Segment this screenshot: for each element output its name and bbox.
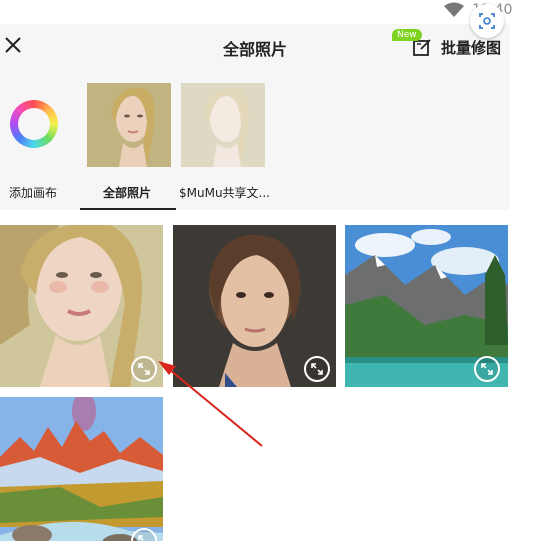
photo-picker-screen: 全部照片 批量修图 New 添加画布 全部照片 $MuMu共享文...	[0, 0, 510, 541]
new-badge: New	[392, 29, 422, 41]
photo-tile[interactable]	[0, 397, 163, 541]
photo-tile[interactable]	[0, 225, 163, 387]
album-label-all-photos: 全部照片	[103, 186, 152, 200]
header-bar: 全部照片 批量修图 New	[0, 24, 510, 72]
expand-icon[interactable]	[474, 356, 500, 382]
album-label-mumu-shared: $MuMu共享文...	[179, 186, 270, 200]
selected-tab-indicator	[80, 208, 176, 210]
expand-icon[interactable]	[304, 356, 330, 382]
album-bar: 添加画布 全部照片 $MuMu共享文...	[0, 72, 510, 210]
album-label-add-canvas: 添加画布	[9, 186, 58, 200]
expand-icon[interactable]	[131, 356, 157, 382]
wifi-icon	[444, 2, 464, 17]
album-thumbnail-all-photos	[87, 83, 171, 167]
scan-icon	[479, 13, 495, 29]
batch-edit-label: 批量修图	[441, 38, 502, 57]
color-wheel-icon	[10, 100, 58, 148]
album-thumbnail-mumu-shared	[181, 83, 265, 167]
photo-tile[interactable]	[345, 225, 508, 387]
status-bar: 11:40	[0, 0, 551, 24]
screenshot-floating-button[interactable]	[470, 4, 504, 38]
photo-tile[interactable]	[173, 225, 336, 387]
